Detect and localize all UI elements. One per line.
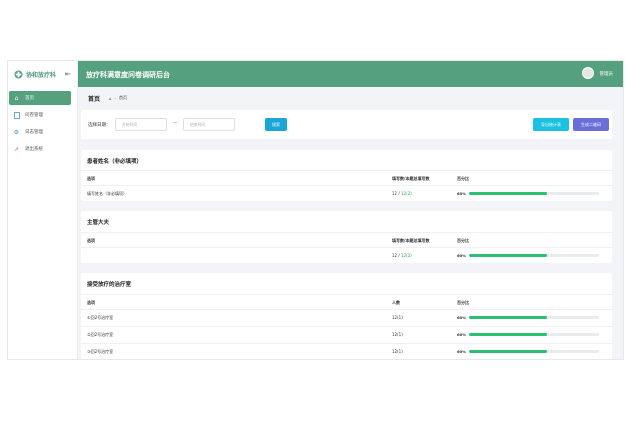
progress-bar xyxy=(469,254,599,257)
progress-fill xyxy=(469,254,547,257)
sidebar-item-exit[interactable]: ➚ 退出系统 xyxy=(9,142,71,156)
row-percent: 60% xyxy=(457,253,467,258)
column-header-count: 填写数/本题总填写数 xyxy=(392,238,430,243)
column-header-option: 选项 xyxy=(87,300,95,305)
user-name[interactable]: 管理员 xyxy=(600,71,614,77)
row-percent: 60% xyxy=(457,315,467,320)
divider xyxy=(81,185,612,186)
row-option: ③回2号治疗室 xyxy=(87,349,114,354)
date-label: 选择日期： xyxy=(88,123,111,128)
progress-bar xyxy=(469,316,599,319)
column-header-percent: 百分比 xyxy=(457,238,469,243)
qrcode-button[interactable]: 生成二维码 xyxy=(573,118,609,131)
row-count: 12(1) xyxy=(392,315,403,320)
section-patient-name: 患者姓名（非必填项） 选项 填写数/本题总填写数 百分比 填写姓名（非必填项） … xyxy=(81,150,612,201)
exit-icon: ➚ xyxy=(13,145,20,153)
sidebar-item-label: 问卷管理 xyxy=(25,113,43,118)
sidebar-menu: ⌂ 首页 问卷管理 ⚙ 日志管理 ➚ 退出系统 xyxy=(9,91,71,159)
start-date-input[interactable]: 开始时间 xyxy=(115,118,167,131)
row-count: 12(1) xyxy=(392,349,403,354)
breadcrumb-path: ⌂ - 首页 xyxy=(109,95,127,101)
divider xyxy=(81,326,612,327)
home-icon[interactable]: ⌂ xyxy=(109,96,112,101)
row-count: 12 / 12(2) xyxy=(392,191,412,196)
row-option: ②回2号治疗室 xyxy=(87,332,114,337)
sidebar-item-label: 首页 xyxy=(25,96,34,101)
section-title: 主管大夫 xyxy=(87,220,110,226)
sidebar-item-home[interactable]: ⌂ 首页 xyxy=(9,91,71,105)
sidebar-item-label: 退出系统 xyxy=(25,147,43,152)
logo: 协和放疗科 xyxy=(14,70,56,79)
progress-fill xyxy=(469,350,547,353)
column-header-percent: 百分比 xyxy=(457,176,469,181)
divider xyxy=(81,343,612,344)
logo-text: 协和放疗科 xyxy=(26,72,57,79)
divider xyxy=(81,170,612,171)
document-icon xyxy=(13,111,20,119)
progress-fill xyxy=(469,333,547,336)
breadcrumb-current: 首页 xyxy=(119,95,127,100)
page-header-title: 放疗科满意度问卷调研后台 xyxy=(86,71,170,79)
column-header-count: 填写数/本题总填写数 xyxy=(392,176,430,181)
column-header-percent: 百分比 xyxy=(457,300,469,305)
row-percent: 60% xyxy=(457,191,467,196)
row-option: ①回2号治疗室 xyxy=(87,315,114,320)
row-percent: 60% xyxy=(457,332,467,337)
progress-bar xyxy=(469,192,599,195)
logo-icon xyxy=(14,70,23,79)
breadcrumb-separator: - xyxy=(114,95,116,101)
divider xyxy=(81,232,612,233)
sidebar-item-logs[interactable]: ⚙ 日志管理 xyxy=(9,125,71,139)
section-treatment-room: 接受放疗的治疗室 选项 人数 百分比 ①回2号治疗室 12(1) 60% ②回2… xyxy=(81,273,612,359)
section-title: 接受放疗的治疗室 xyxy=(87,282,132,288)
top-header: 放疗科满意度问卷调研后台 管理员 xyxy=(78,61,623,87)
sidebar-item-questionnaire[interactable]: 问卷管理 xyxy=(9,108,71,122)
column-header-option: 选项 xyxy=(87,238,95,243)
divider xyxy=(81,309,612,310)
row-percent: 60% xyxy=(457,349,467,354)
avatar[interactable] xyxy=(582,67,594,79)
row-option: 填写姓名（非必填项） xyxy=(87,191,127,196)
gear-icon: ⚙ xyxy=(13,128,20,136)
filter-card: 选择日期： 开始时间 — 结束时间 搜索 导出统计表 生成二维码 xyxy=(81,110,612,139)
divider xyxy=(81,294,612,295)
column-header-count: 人数 xyxy=(392,300,400,305)
sidebar: 协和放疗科 ⇤ ⌂ 首页 问卷管理 ⚙ 日志管理 ➚ 退出系统 xyxy=(8,61,78,359)
breadcrumb: 首页 ⌂ - 首页 xyxy=(78,87,623,109)
sidebar-item-label: 日志管理 xyxy=(25,130,43,135)
column-header-option: 选项 xyxy=(87,176,95,181)
row-count: 12(1) xyxy=(392,332,403,337)
divider xyxy=(81,247,612,248)
progress-bar xyxy=(469,350,599,353)
page-title: 首页 xyxy=(88,96,101,103)
section-attending-doctor: 主管大夫 选项 填写数/本题总填写数 百分比 12 / 12(2) 60% xyxy=(81,211,612,263)
progress-fill xyxy=(469,192,547,195)
export-button[interactable]: 导出统计表 xyxy=(533,118,569,131)
search-button[interactable]: 搜索 xyxy=(265,118,287,131)
home-icon: ⌂ xyxy=(14,94,19,102)
progress-bar xyxy=(469,333,599,336)
section-title: 患者姓名（非必填项） xyxy=(87,159,143,165)
progress-fill xyxy=(469,316,547,319)
end-date-input[interactable]: 结束时间 xyxy=(183,118,235,131)
date-separator: — xyxy=(173,121,178,126)
row-count: 12 / 12(2) xyxy=(392,253,412,258)
app-window: 协和放疗科 ⇤ ⌂ 首页 问卷管理 ⚙ 日志管理 ➚ 退出系统 放疗科满意度问卷… xyxy=(7,60,624,360)
menu-collapse-icon[interactable]: ⇤ xyxy=(65,70,71,78)
